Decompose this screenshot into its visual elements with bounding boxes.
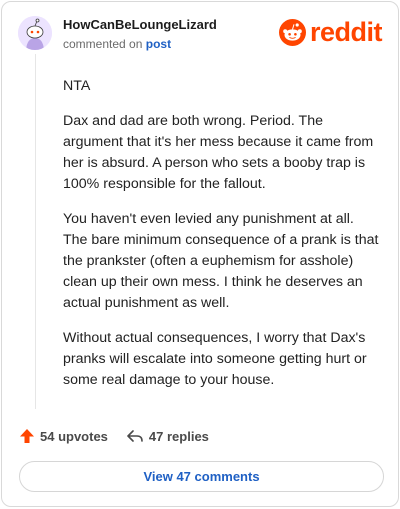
comment-actions: 54 upvotes 47 replies (19, 426, 227, 446)
reddit-logo[interactable]: reddit (278, 17, 383, 47)
comment-paragraph: NTA (63, 78, 91, 94)
comment-body: NTA Dax and dad are both wrong. Period. … (63, 76, 381, 405)
reddit-snoo-icon (278, 18, 306, 46)
reddit-wordmark: reddit (309, 17, 383, 47)
upvote-count: 54 upvotes (40, 428, 108, 444)
comment-paragraph: You haven't even levied any punishment a… (63, 211, 379, 311)
comment-paragraph: Without actual consequences, I worry tha… (63, 330, 367, 388)
username[interactable]: HowCanBeLoungeLizard (63, 17, 217, 33)
reply-arrow-icon (127, 430, 143, 442)
thread-line (35, 54, 36, 409)
comment-meta: commented on post (63, 36, 217, 52)
avatar[interactable] (18, 16, 52, 50)
upvote-arrow-icon (20, 429, 34, 443)
reply-count: 47 replies (148, 428, 209, 444)
comment-card: HowCanBeLoungeLizard commented on post r… (1, 1, 399, 507)
reply-button[interactable]: 47 replies (126, 428, 209, 444)
upvote-button[interactable]: 54 upvotes (19, 428, 108, 444)
post-link[interactable]: post (146, 37, 171, 51)
user-block: HowCanBeLoungeLizard commented on post (63, 17, 217, 52)
meta-prefix: commented on (63, 37, 143, 51)
comment-header: HowCanBeLoungeLizard commented on post r… (18, 14, 383, 54)
view-comments-button[interactable]: View 47 comments (19, 461, 384, 492)
comment-paragraph: Dax and dad are both wrong. Period. The … (63, 113, 374, 192)
snoo-avatar-icon (18, 16, 52, 50)
